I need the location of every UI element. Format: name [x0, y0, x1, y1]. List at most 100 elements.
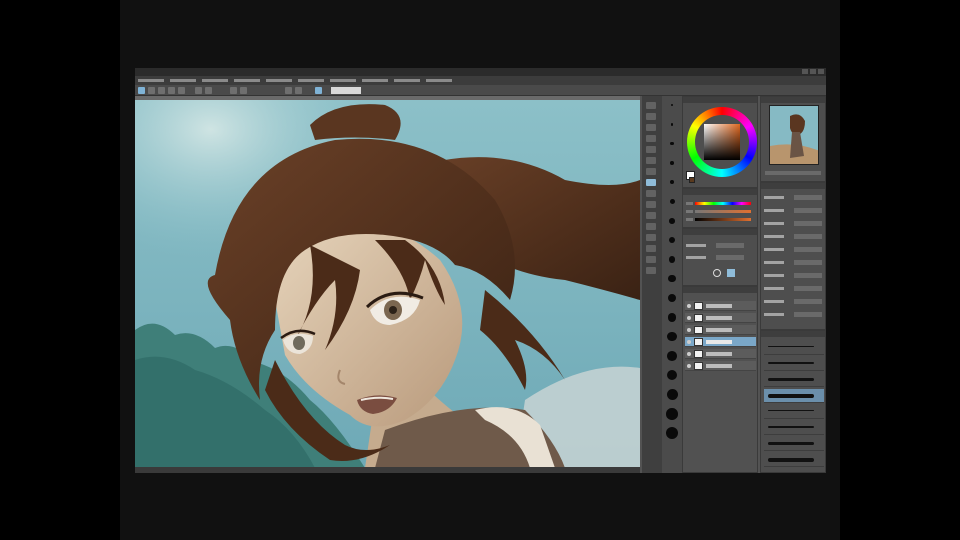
tool-property-row[interactable] [764, 221, 824, 227]
menu-item-1[interactable] [138, 79, 164, 82]
brush-size-dot[interactable] [667, 313, 677, 322]
snap-icon[interactable] [230, 87, 237, 94]
select-icon[interactable] [646, 124, 656, 131]
tool-property-value[interactable] [794, 286, 822, 291]
close-button[interactable] [818, 69, 824, 74]
opacity-slider[interactable] [716, 255, 744, 260]
brush-preset[interactable] [764, 421, 824, 435]
gradient-icon[interactable] [646, 234, 656, 241]
maximize-button[interactable] [810, 69, 816, 74]
brush-preset[interactable] [764, 437, 824, 451]
brush-size-dot[interactable] [666, 389, 678, 400]
text-icon[interactable] [646, 245, 656, 252]
figure-icon[interactable] [646, 267, 656, 274]
tool-property-value[interactable] [794, 260, 822, 265]
brush-size-dot[interactable] [670, 142, 674, 146]
zoom-slider[interactable] [765, 171, 821, 175]
menu-item-4[interactable] [234, 79, 260, 82]
opacity-row[interactable] [686, 255, 746, 261]
tool-property-row[interactable] [764, 312, 824, 318]
lasso-icon[interactable] [646, 135, 656, 142]
brush-size-dot[interactable] [666, 408, 678, 420]
tool-property-value[interactable] [794, 273, 822, 278]
tool-property-value[interactable] [794, 208, 822, 213]
layer-row[interactable] [685, 361, 756, 371]
layer-row[interactable] [685, 337, 756, 347]
tool-property-value[interactable] [794, 312, 822, 317]
canvas[interactable] [135, 100, 640, 468]
clip-icon[interactable] [713, 269, 721, 277]
brush-icon[interactable] [646, 179, 656, 186]
eye-icon[interactable] [687, 340, 691, 344]
tool-property-row[interactable] [764, 195, 824, 201]
rotate-icon[interactable] [205, 87, 212, 94]
brush-size-dot[interactable] [668, 275, 676, 283]
zoom-icon[interactable] [646, 113, 656, 120]
blend-mode-select[interactable] [716, 243, 744, 248]
saturation-value-square[interactable] [704, 124, 740, 160]
pencil-icon[interactable] [646, 168, 656, 175]
brush-preset[interactable] [764, 389, 824, 403]
menu-item-2[interactable] [170, 79, 196, 82]
layer-row[interactable] [685, 349, 756, 359]
eye-icon[interactable] [687, 316, 691, 320]
tool-property-row[interactable] [764, 260, 824, 266]
view-icon[interactable] [315, 87, 322, 94]
hue-slider[interactable] [695, 202, 751, 205]
navigator-thumbnail[interactable] [769, 105, 819, 165]
airbrush-icon[interactable] [646, 190, 656, 197]
tool-property-row[interactable] [764, 286, 824, 292]
brush-size-dot[interactable] [669, 199, 675, 204]
eraser-icon[interactable] [646, 212, 656, 219]
brush-size-dot[interactable] [667, 332, 677, 342]
brush-preset[interactable] [764, 405, 824, 419]
brush-size-dot[interactable] [666, 427, 678, 439]
brush-size-dot[interactable] [668, 237, 676, 244]
undo-icon[interactable] [168, 87, 175, 94]
tool-property-row[interactable] [764, 273, 824, 279]
lock-icon[interactable] [727, 269, 735, 277]
color-wheel[interactable] [687, 107, 757, 177]
brush-preset[interactable] [764, 357, 824, 371]
menu-item-9[interactable] [394, 79, 420, 82]
brush-preset[interactable] [764, 341, 824, 355]
eye-icon[interactable] [687, 328, 691, 332]
tool-property-row[interactable] [764, 208, 824, 214]
menu-item-3[interactable] [202, 79, 228, 82]
brush-size-dot[interactable] [670, 161, 674, 165]
pen-icon[interactable] [646, 157, 656, 164]
move-icon[interactable] [646, 102, 656, 109]
tool-property-value[interactable] [794, 195, 822, 200]
redo-icon[interactable] [178, 87, 185, 94]
grid-icon[interactable] [285, 87, 292, 94]
brush-size-dot[interactable] [666, 370, 678, 381]
layer-row[interactable] [685, 301, 756, 311]
eye-icon[interactable] [687, 304, 691, 308]
value-slider[interactable] [695, 218, 751, 221]
saturation-slider[interactable] [695, 210, 751, 213]
tool-property-value[interactable] [794, 221, 822, 226]
brush-preset[interactable] [764, 453, 824, 467]
brush-size-dot[interactable] [671, 104, 673, 106]
ruler-icon[interactable] [646, 256, 656, 263]
menu-item-10[interactable] [426, 79, 452, 82]
save-icon[interactable] [158, 87, 165, 94]
tool-property-value[interactable] [794, 299, 822, 304]
blend-icon[interactable] [646, 201, 656, 208]
layer-row[interactable] [685, 325, 756, 335]
blend-mode-row[interactable] [686, 243, 746, 249]
new-file-icon[interactable] [138, 87, 145, 94]
tool-property-value[interactable] [794, 247, 822, 252]
menu-item-8[interactable] [362, 79, 388, 82]
fill-icon[interactable] [646, 223, 656, 230]
layer-row[interactable] [685, 313, 756, 323]
menu-item-5[interactable] [266, 79, 292, 82]
brush-preset[interactable] [764, 373, 824, 387]
minimize-button[interactable] [802, 69, 808, 74]
open-file-icon[interactable] [148, 87, 155, 94]
flip-icon[interactable] [195, 87, 202, 94]
ruler-toggle-icon[interactable] [240, 87, 247, 94]
eye-icon[interactable] [687, 364, 691, 368]
menu-item-6[interactable] [298, 79, 324, 82]
tool-property-row[interactable] [764, 299, 824, 305]
